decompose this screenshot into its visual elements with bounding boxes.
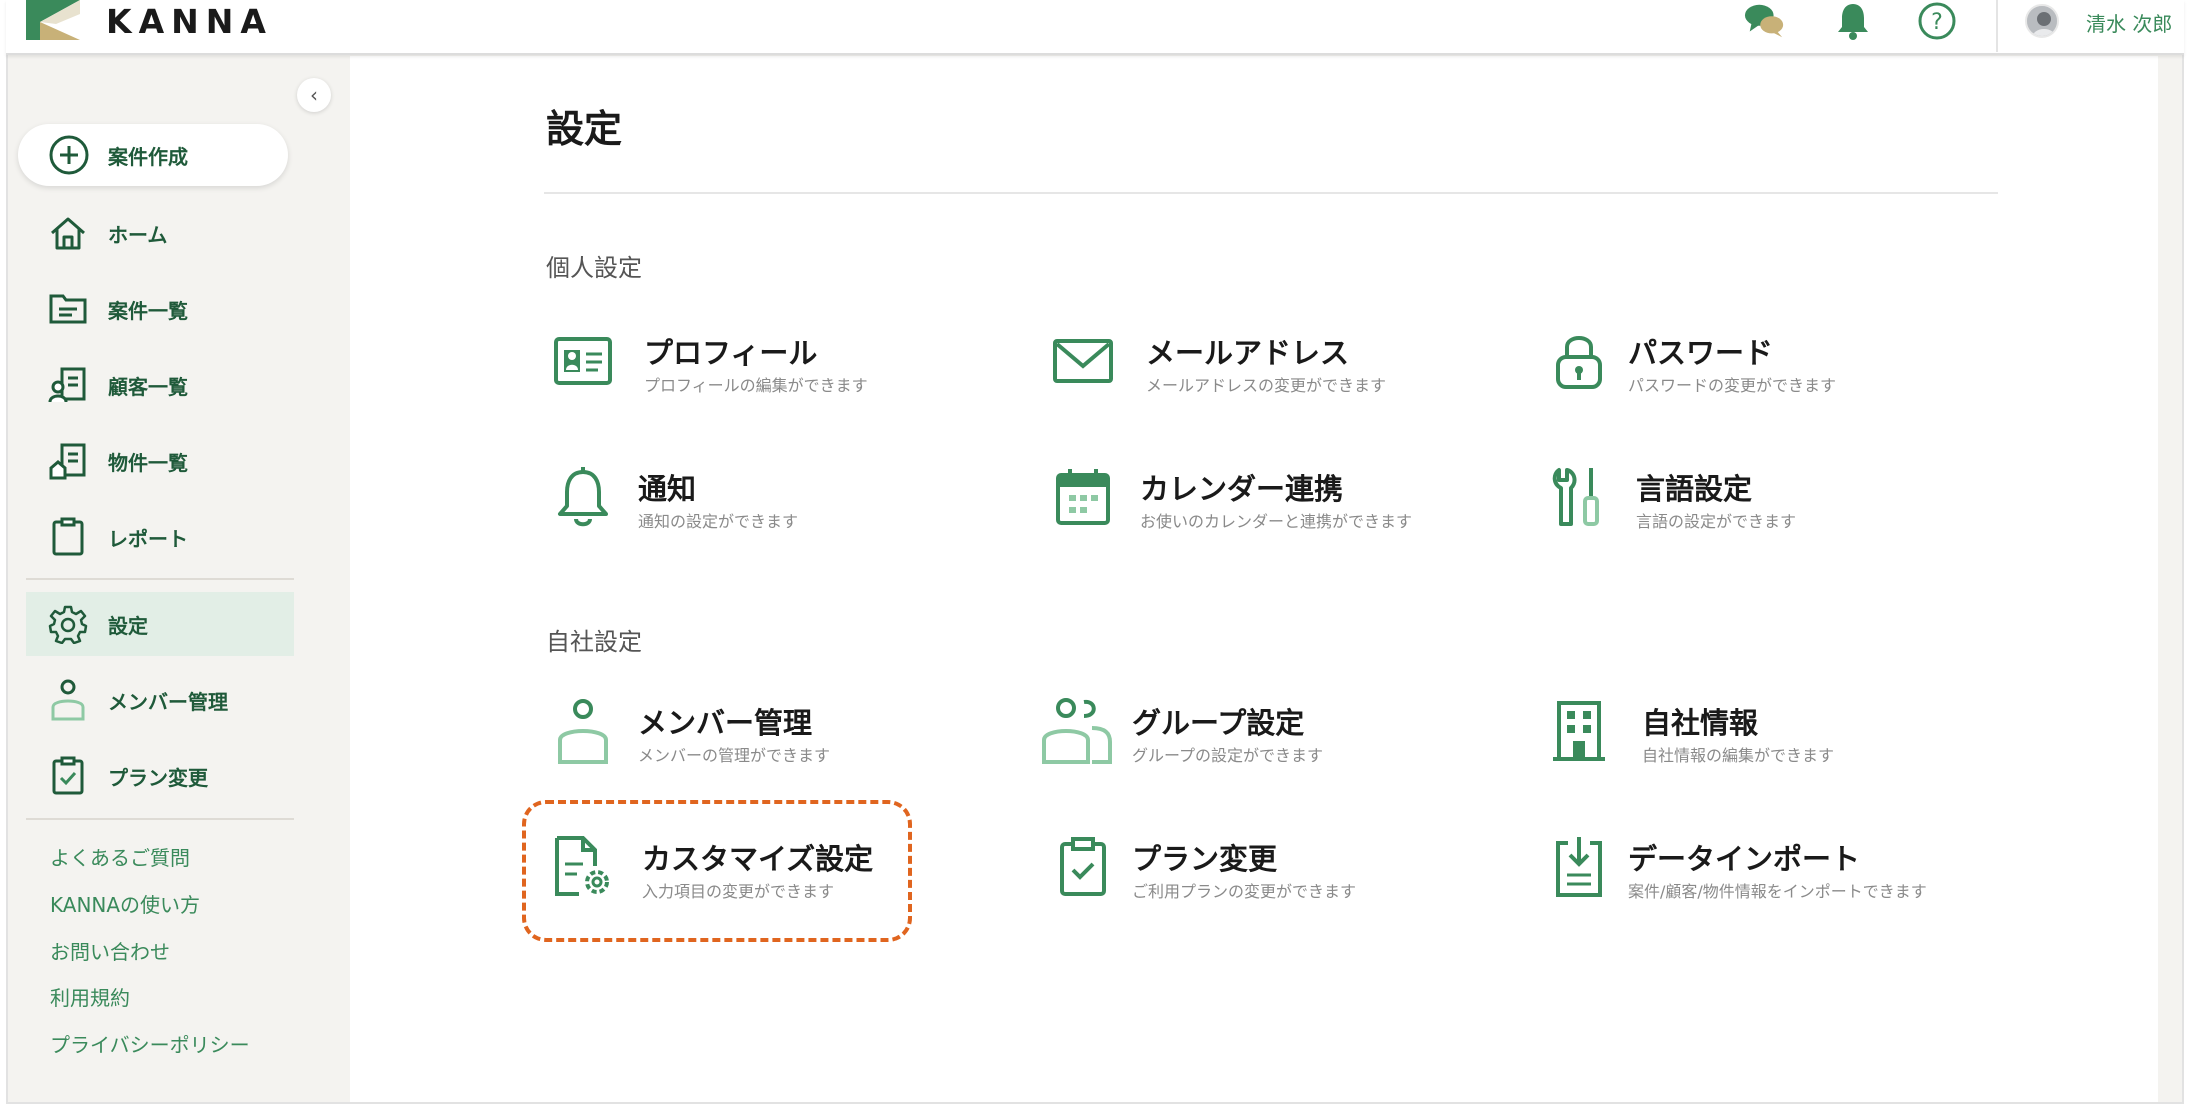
card-plan-change[interactable]: プラン変更 ご利用プランの変更ができます: [1052, 836, 1472, 926]
card-desc: 通知の設定ができます: [638, 512, 799, 531]
sidebar-item-properties[interactable]: 物件一覧: [26, 429, 294, 493]
brand-name: KANNA: [106, 2, 273, 41]
card-data-import[interactable]: データインポート 案件/顧客/物件情報をインポートできます: [1548, 836, 1968, 926]
card-desc: パスワードの変更ができます: [1628, 376, 1837, 395]
bell-icon[interactable]: [1832, 0, 1874, 42]
card-title: 言語設定: [1636, 472, 1753, 506]
lock-icon: [1548, 330, 1610, 392]
card-desc: メンバーの管理ができます: [638, 746, 831, 765]
import-icon: [1548, 836, 1610, 898]
avatar[interactable]: [2025, 4, 2059, 38]
clipboard-check-icon: [1052, 836, 1114, 898]
property-icon: [48, 441, 88, 481]
card-profile[interactable]: プロフィール プロフィールの編集ができます: [552, 330, 972, 420]
sidebar-divider: [26, 818, 294, 820]
card-desc: ご利用プランの変更ができます: [1132, 882, 1357, 901]
sidebar-item-label: レポート: [108, 526, 188, 551]
card-desc: お使いのカレンダーと連携ができます: [1140, 512, 1413, 531]
clipboard-icon: [48, 517, 88, 557]
sidebar-item-settings[interactable]: 設定: [26, 592, 294, 656]
calendar-icon: [1052, 466, 1114, 528]
card-group-settings[interactable]: グループ設定 グループの設定ができます: [1040, 698, 1460, 790]
card-company-info[interactable]: 自社情報 自社情報の編集ができます: [1548, 700, 1968, 790]
sidebar-collapse-button[interactable]: ‹: [297, 78, 331, 112]
chat-icon[interactable]: [1744, 0, 1786, 42]
sidebar-item-label: 物件一覧: [108, 450, 188, 475]
sidebar-item-projects[interactable]: 案件一覧: [26, 277, 294, 341]
member-icon: [552, 699, 614, 764]
user-name[interactable]: 清水 次郎: [2086, 8, 2172, 37]
card-desc: グループの設定ができます: [1132, 746, 1324, 765]
help-icon[interactable]: ?: [1916, 0, 1958, 42]
card-title: プラン変更: [1132, 842, 1278, 876]
home-icon: [48, 213, 88, 253]
plus-circle-icon: [49, 135, 89, 175]
svg-text:?: ?: [1931, 10, 1943, 35]
card-language[interactable]: 言語設定 言語の設定ができます: [1548, 466, 1968, 556]
sidebar-divider: [26, 578, 294, 580]
sidebar-item-label: メンバー管理: [108, 689, 228, 714]
sidebar-item-label: 設定: [108, 613, 148, 638]
card-title: 自社情報: [1642, 706, 1759, 740]
bell-outline-icon: [552, 466, 614, 528]
main-content: [350, 56, 2158, 1102]
title-divider: [544, 192, 1998, 194]
sidebar-item-reports[interactable]: レポート: [26, 505, 294, 569]
id-card-icon: [552, 330, 614, 392]
sidebar-item-label: 顧客一覧: [108, 374, 188, 399]
card-title: パスワード: [1628, 336, 1774, 370]
terms-link[interactable]: 利用規約: [50, 982, 130, 1011]
card-desc: 案件/顧客/物件情報をインポートできます: [1628, 882, 1927, 901]
group-icon: [1040, 698, 1114, 764]
card-member-management[interactable]: メンバー管理 メンバーの管理ができます: [552, 699, 972, 790]
sidebar-item-customers[interactable]: 顧客一覧: [26, 353, 294, 417]
sidebar-item-label: 案件一覧: [108, 298, 188, 323]
how-to-use-link[interactable]: KANNAの使い方: [50, 889, 200, 918]
user-icon: [48, 679, 88, 721]
card-title: メールアドレス: [1146, 336, 1350, 370]
section-personal-heading: 個人設定: [546, 254, 642, 282]
card-title: 通知: [638, 472, 697, 506]
page-title: 設定: [546, 107, 623, 151]
kanna-logo: [26, 0, 80, 40]
card-title: メンバー管理: [638, 706, 813, 740]
section-company-heading: 自社設定: [546, 628, 642, 656]
mail-icon: [1052, 330, 1114, 392]
card-title: グループ設定: [1132, 706, 1305, 740]
top-header: KANNA ? 清水 次郎: [6, 0, 2184, 55]
sidebar-item-label: ホーム: [108, 222, 168, 247]
tools-icon: [1548, 466, 1610, 528]
card-title: プロフィール: [644, 336, 818, 370]
card-title: データインポート: [1628, 842, 1861, 876]
contact-link[interactable]: お問い合わせ: [50, 936, 170, 965]
building-icon: [1548, 700, 1610, 762]
card-notification[interactable]: 通知 通知の設定ができます: [552, 466, 972, 556]
gear-icon: [48, 604, 88, 644]
card-email[interactable]: メールアドレス メールアドレスの変更ができます: [1052, 330, 1472, 420]
card-title: カレンダー連携: [1140, 472, 1344, 506]
customer-icon: [48, 365, 88, 405]
folder-icon: [48, 289, 88, 329]
clipboard-check-icon: [48, 756, 88, 796]
privacy-policy-link[interactable]: プライバシーポリシー: [50, 1029, 250, 1058]
faq-link[interactable]: よくあるご質問: [50, 842, 190, 871]
sidebar-item-home[interactable]: ホーム: [26, 201, 294, 265]
card-password[interactable]: パスワード パスワードの変更ができます: [1548, 330, 1968, 420]
header-separator: [1996, 0, 1998, 52]
card-desc: 自社情報の編集ができます: [1642, 746, 1835, 765]
create-project-label: 案件作成: [108, 144, 188, 169]
card-desc: 言語の設定ができます: [1636, 512, 1797, 531]
create-project-button[interactable]: 案件作成: [18, 124, 288, 186]
sidebar-item-label: プラン変更: [108, 765, 208, 790]
card-desc: プロフィールの編集ができます: [644, 376, 868, 395]
sidebar-item-plan[interactable]: プラン変更: [26, 744, 294, 808]
highlight-callout: [522, 800, 912, 942]
sidebar-item-members[interactable]: メンバー管理: [26, 668, 294, 732]
card-desc: メールアドレスの変更ができます: [1146, 376, 1387, 395]
card-calendar[interactable]: カレンダー連携 お使いのカレンダーと連携ができます: [1052, 466, 1472, 556]
